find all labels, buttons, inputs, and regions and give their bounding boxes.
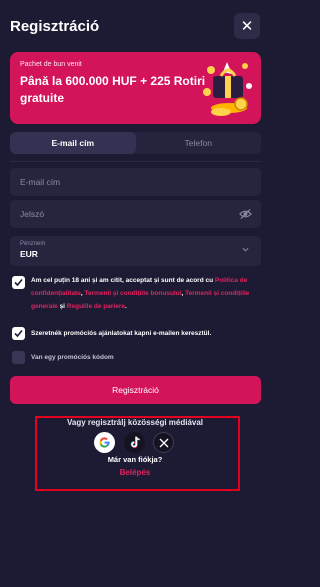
divider: [10, 161, 261, 162]
bonus-terms-link[interactable]: Termenii și condițiile bonusului: [84, 290, 181, 297]
welcome-bonus-banner: Pachet de bun venit Până la 600.000 HUF …: [10, 52, 261, 124]
currency-label: Pénznem: [20, 241, 46, 247]
close-icon: ✕: [240, 18, 254, 35]
tab-phone[interactable]: Telefon: [136, 132, 262, 154]
terms-text-part: .: [124, 303, 127, 310]
terms-text: Am cel puțin 18 ani și am citit, accepta…: [31, 274, 256, 313]
betting-rules-link[interactable]: Regulile de pariere: [67, 303, 125, 310]
registration-method-tabs: E-mail cím Telefon: [10, 132, 261, 154]
promo-emails-checkbox[interactable]: [12, 327, 25, 340]
bonus-subtitle: Pachet de bun venit: [20, 61, 82, 68]
currency-value: EUR: [20, 249, 38, 259]
terms-text-part: Am cel puțin 18 ani și am citit, accepta…: [31, 277, 214, 284]
page-title: Regisztráció: [10, 17, 100, 35]
currency-select[interactable]: Pénznem EUR: [10, 236, 261, 266]
email-field-wrapper: [10, 168, 261, 196]
promo-code-checkbox[interactable]: [12, 351, 25, 364]
password-field[interactable]: [20, 209, 230, 219]
email-field[interactable]: [20, 177, 230, 187]
close-button[interactable]: ✕: [234, 13, 260, 39]
modal-header: Regisztráció ✕: [0, 0, 270, 52]
checkmark-icon: [14, 329, 23, 338]
promo-code-text: Van egy promóciós kódom: [31, 354, 114, 361]
gift-box-icon: [203, 62, 252, 116]
password-field-wrapper: [10, 200, 261, 228]
tab-email[interactable]: E-mail cím: [10, 132, 136, 154]
checkmark-icon: [14, 278, 23, 287]
register-button[interactable]: Regisztráció: [10, 376, 261, 404]
promo-emails-text: Szeretnék promóciós ajánlatokat kapni e-…: [31, 330, 212, 337]
terms-text-part: și: [59, 303, 65, 310]
highlight-box: [35, 416, 240, 491]
chevron-down-icon: [242, 247, 249, 252]
eye-off-icon[interactable]: [239, 208, 252, 220]
separator: ,: [80, 290, 83, 297]
bonus-headline: Până la 600.000 HUF + 225 Rotiri gratuit…: [20, 74, 206, 105]
separator: ,: [181, 290, 184, 297]
terms-checkbox[interactable]: [12, 276, 25, 289]
